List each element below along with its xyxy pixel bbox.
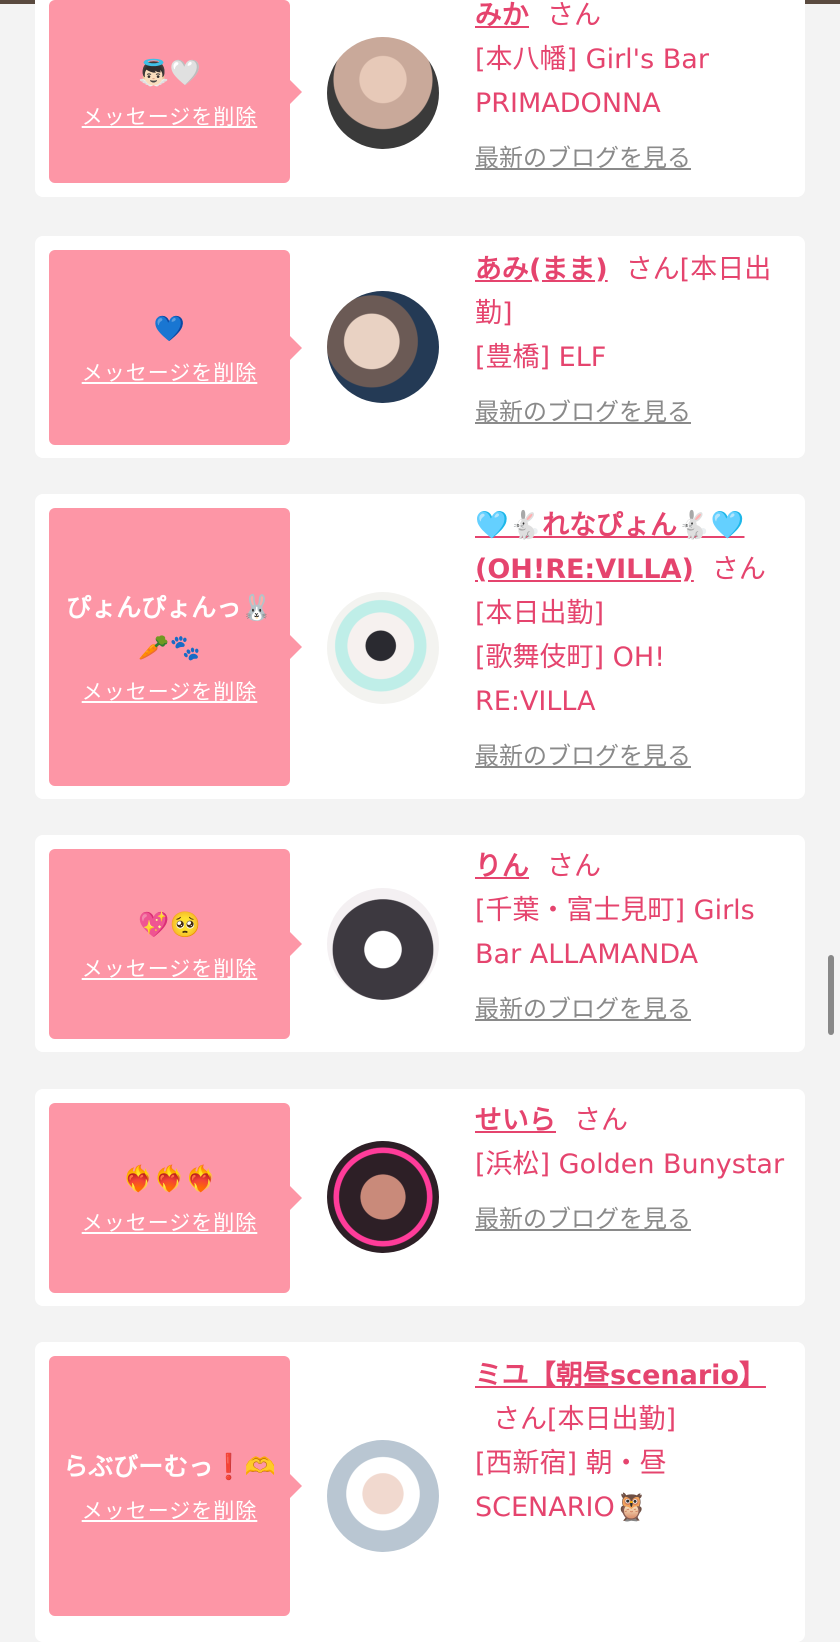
shop-name: [本八幡] Girl's Bar PRIMADONNA [475, 44, 709, 119]
shop-name: [千葉・富士見町] Girls Bar ALLAMANDA [475, 895, 755, 970]
favorite-card: 💙 メッセージを削除 あみ(まま) さん[本日出勤] [豊橋] ELF 最新のブロ… [35, 236, 805, 458]
latest-blog-link[interactable]: 最新のブログを見る [475, 987, 691, 1031]
avatar[interactable] [327, 888, 439, 1000]
delete-message-link[interactable]: メッセージを削除 [82, 953, 258, 983]
avatar[interactable] [327, 1440, 439, 1552]
cast-info: みか さん [本八幡] Girl's Bar PRIMADONNA 最新のブログを… [475, 0, 785, 180]
avatar[interactable] [327, 1141, 439, 1253]
cast-name-link[interactable]: ミユ【朝昼scenario】 [475, 1360, 766, 1391]
favorite-card: ぴょんぴょんっ🐰🥕🐾 メッセージを削除 🩵🐇れなぴょん🐇🩵(OH!RE:VILL… [35, 494, 805, 799]
scrollbar-thumb[interactable] [828, 955, 834, 1035]
favorite-card: 💖🥺 メッセージを削除 りん さん [千葉・富士見町] Girls Bar ALL… [35, 835, 805, 1052]
avatar[interactable] [327, 291, 439, 403]
favorite-card: ❤️‍🔥❤️‍🔥❤️‍🔥 メッセージを削除 せいら さん [浜松] Golden … [35, 1089, 805, 1306]
shop-name: [浜松] Golden Bunystar [475, 1149, 785, 1180]
avatar[interactable] [327, 592, 439, 704]
delete-message-link[interactable]: メッセージを削除 [82, 357, 258, 387]
favorite-card: 👼🏻🤍 メッセージを削除 みか さん [本八幡] Girl's Bar PRIMA… [35, 0, 805, 197]
latest-blog-link[interactable]: 最新のブログを見る [475, 136, 691, 180]
cast-info: あみ(まま) さん[本日出勤] [豊橋] ELF 最新のブログを見る [475, 248, 785, 434]
message-text: ❤️‍🔥❤️‍🔥❤️‍🔥 [122, 1164, 217, 1193]
work-status: [本日出勤] [475, 598, 605, 629]
latest-blog-link[interactable]: 最新のブログを見る [475, 390, 691, 434]
cast-info: りん さん [千葉・富士見町] Girls Bar ALLAMANDA 最新のブロ… [475, 845, 785, 1031]
honorific: さん [547, 0, 601, 31]
cast-name-link[interactable]: りん [475, 851, 529, 882]
latest-blog-link[interactable]: 最新のブログを見る [475, 734, 691, 778]
shop-name: [豊橋] ELF [475, 342, 607, 373]
message-bubble: らぶびーむっ❗🫶 メッセージを削除 [49, 1356, 302, 1616]
message-text: 💙 [153, 313, 186, 343]
latest-blog-link[interactable]: 最新のブログを見る [475, 1197, 691, 1241]
honorific: さん [574, 1105, 628, 1136]
delete-message-link[interactable]: メッセージを削除 [82, 101, 258, 131]
cast-name-link[interactable]: みか [475, 0, 529, 31]
honorific: さん [711, 554, 766, 585]
shop-name: [西新宿] 朝・昼SCENARIO🦉 [475, 1448, 667, 1523]
message-bubble: 👼🏻🤍 メッセージを削除 [49, 0, 302, 183]
message-text: 👼🏻🤍 [138, 57, 201, 87]
message-bubble: 💙 メッセージを削除 [49, 250, 302, 445]
cast-name-link[interactable]: あみ(まま) [475, 254, 608, 285]
cast-name-link[interactable]: せいら [475, 1105, 556, 1136]
message-text: ぴょんぴょんっ🐰🥕🐾 [66, 593, 273, 662]
avatar[interactable] [327, 37, 439, 149]
message-bubble: ❤️‍🔥❤️‍🔥❤️‍🔥 メッセージを削除 [49, 1103, 302, 1293]
cast-info: 🩵🐇れなぴょん🐇🩵(OH!RE:VILLA) さん [本日出勤] [歌舞伎町] O… [475, 504, 785, 778]
message-bubble: ぴょんぴょんっ🐰🥕🐾 メッセージを削除 [49, 508, 302, 786]
message-text: らぶびーむっ❗🫶 [63, 1452, 276, 1481]
cast-info: せいら さん [浜松] Golden Bunystar 最新のブログを見る [475, 1099, 785, 1241]
honorific: さん [547, 851, 601, 882]
cast-name-link[interactable]: 🩵🐇れなぴょん🐇🩵(OH!RE:VILLA) [475, 510, 744, 585]
message-text: 💖🥺 [138, 910, 201, 939]
favorite-card: らぶびーむっ❗🫶 メッセージを削除 ミユ【朝昼scenario】さん[本日出勤]… [35, 1342, 805, 1642]
shop-name: [歌舞伎町] OH! RE:VILLA [475, 642, 666, 717]
delete-message-link[interactable]: メッセージを削除 [82, 676, 258, 706]
delete-message-link[interactable]: メッセージを削除 [82, 1207, 258, 1237]
honorific: さん[本日出勤] [493, 1404, 677, 1435]
message-bubble: 💖🥺 メッセージを削除 [49, 849, 302, 1039]
cast-info: ミユ【朝昼scenario】さん[本日出勤] [西新宿] 朝・昼SCENARIO… [475, 1354, 785, 1530]
delete-message-link[interactable]: メッセージを削除 [82, 1495, 258, 1525]
